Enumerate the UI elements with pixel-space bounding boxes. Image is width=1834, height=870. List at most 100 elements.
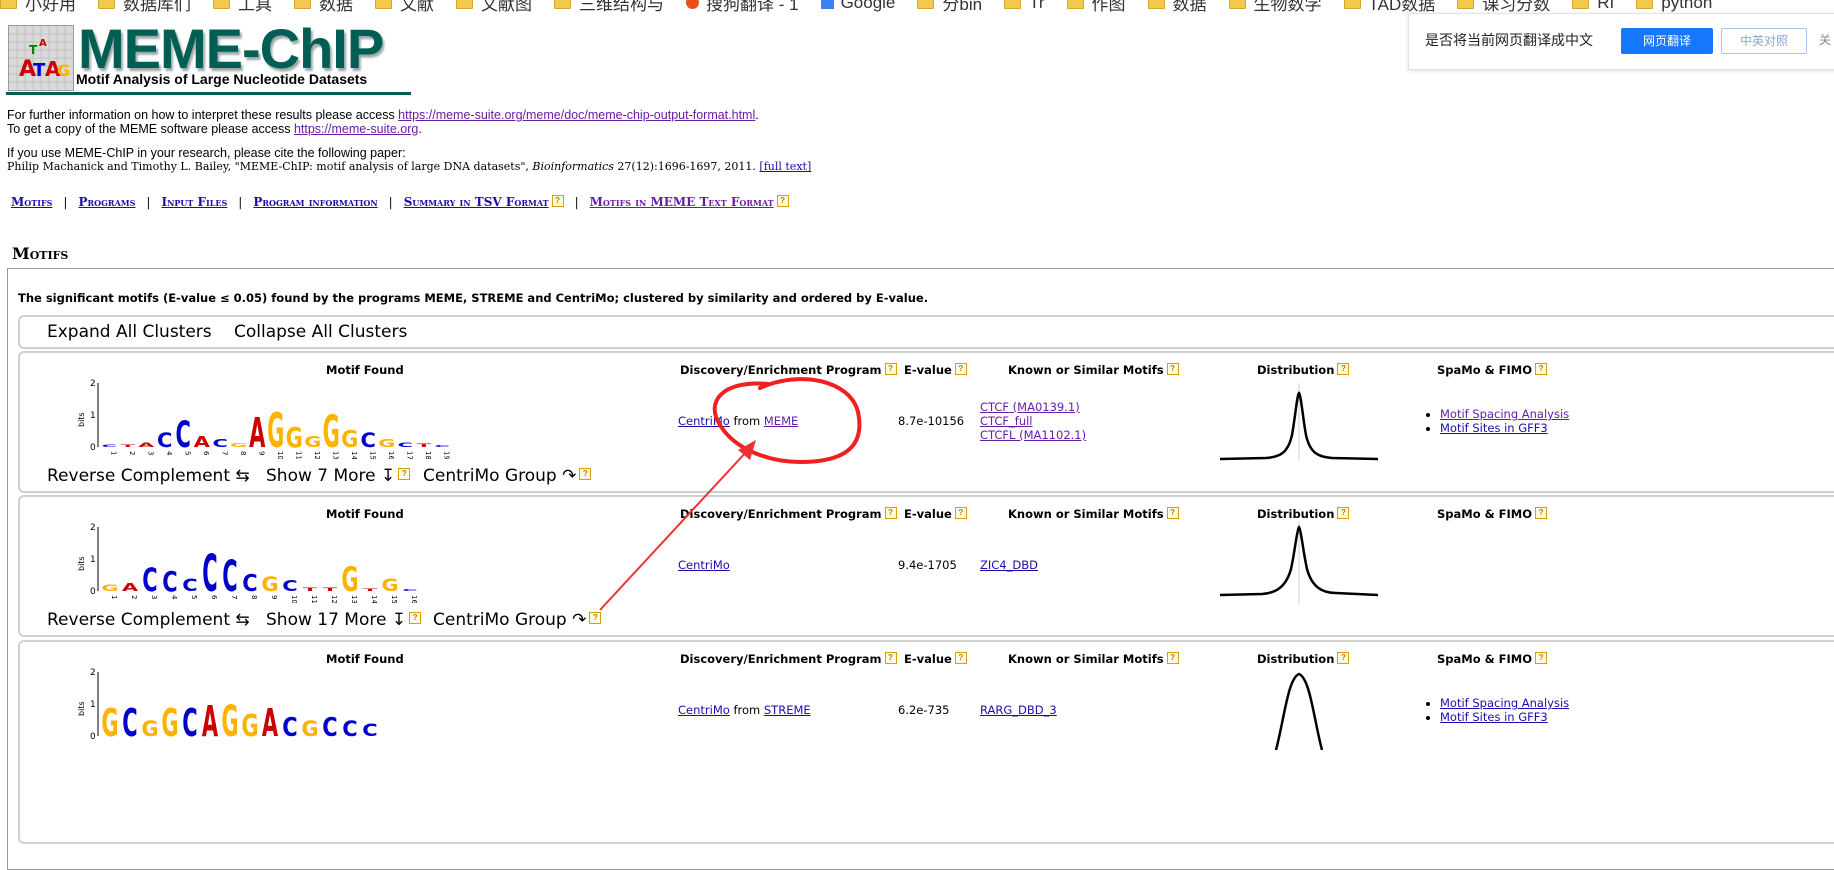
help-icon[interactable]: ? [551,195,564,207]
nav-meme-text-link[interactable]: Motifs in MEME Text Format [590,195,774,209]
help-icon[interactable]: ? [589,612,602,624]
bookmark-item[interactable]: Tr [1004,0,1045,12]
collapse-all-clusters-button[interactable]: Collapse All Clusters [234,322,407,342]
distribution-plot[interactable] [1216,521,1382,607]
show-more-button[interactable]: Show 7 More ↧? [266,466,411,486]
bookmark-item[interactable]: 文献 [375,0,434,12]
centrimo-link[interactable]: CentriMo [678,558,730,572]
full-text-link[interactable]: [full text] [759,160,811,173]
known-motif-link[interactable]: ZIC4_DBD [980,558,1038,572]
help-icon[interactable]: ? [884,507,897,519]
bookmark-item[interactable]: RI [1572,0,1614,12]
help-icon[interactable]: ? [954,507,967,519]
bookmark-item[interactable]: Google [820,0,895,12]
help-icon[interactable]: ? [1337,363,1350,375]
help-icon[interactable]: ? [409,612,422,624]
help-icon[interactable]: ? [1535,652,1548,664]
centrimo-group-button[interactable]: CentriMo Group ↷? [433,610,602,630]
motifs-description: The significant motifs (E-value ≤ 0.05) … [18,291,929,305]
meme-program-link[interactable]: MEME [764,414,798,428]
help-icon[interactable]: ? [1166,507,1179,519]
logo-letter: G [101,701,118,746]
bookmark-item[interactable]: 分bin [917,0,982,12]
distribution-plot[interactable] [1216,670,1382,750]
bookmark-item[interactable]: 文献图 [456,0,532,12]
known-motif-link[interactable]: CTCF (MA0139.1) [980,400,1080,414]
bilingual-button[interactable]: 中英对照 [1721,28,1807,54]
nav-motifs-link[interactable]: Motifs [11,195,52,209]
motif-spacing-analysis-link[interactable]: Motif Spacing Analysis [1440,696,1569,710]
translate-page-button[interactable]: 网页翻译 [1621,28,1713,54]
help-icon[interactable]: ? [1337,507,1350,519]
help-icon[interactable]: ? [776,195,789,207]
bookmark-item[interactable]: 数据 [294,0,353,12]
bookmark-item[interactable]: 生物数学 [1228,0,1322,12]
close-translate-button[interactable]: 关 [1819,31,1831,48]
help-icon[interactable]: ? [884,652,897,664]
bookmark-item[interactable]: 课习分数 [1457,0,1550,12]
logo-position-label: 3 [150,595,158,599]
program-cell: CentriMo [678,558,730,572]
bookmark-item[interactable]: 数据库们 [98,0,191,12]
known-motifs-cell: CTCF (MA0139.1) CTCF_full CTCFL (MA1102.… [980,400,1086,442]
motif-logo[interactable]: 210bits G C G G C A G G A C G C C C [60,668,460,748]
centrimo-link[interactable]: CentriMo [678,703,730,717]
spamo-links: Motif Spacing Analysis Motif Sites in GF… [1426,696,1569,724]
nav-summary-tsv-link[interactable]: Summary in TSV Format [404,195,549,209]
help-icon[interactable]: ? [954,652,967,664]
motif-spacing-analysis-link[interactable]: Motif Spacing Analysis [1440,407,1569,421]
logo-position-label: 11 [310,595,318,603]
help-icon[interactable]: ? [398,468,411,480]
bookmark-item[interactable]: 三维结构与 [554,0,664,12]
logo-position-label: 10 [290,595,298,603]
reverse-complement-button[interactable]: Reverse Complement ⇆ [47,610,250,630]
help-icon[interactable]: ? [1535,363,1548,375]
logo-letter: G [241,709,258,744]
folder-icon [1147,0,1165,9]
motif-sites-gff3-link[interactable]: Motif Sites in GFF3 [1440,710,1548,724]
bookmark-item[interactable]: 作图 [1066,0,1126,12]
motif-logo[interactable]: 210bitsC T A C C A C G A G G G G G C G C T C1 2 3 4 5 6 7 8 9 10 11 1… [60,379,460,459]
bookmark-item[interactable]: python [1636,0,1712,12]
bookmark-item[interactable]: 数据 [1147,0,1207,12]
show-more-button[interactable]: Show 17 More ↧? [266,610,422,630]
output-format-doc-link[interactable]: https://meme-suite.org/meme/doc/meme-chi… [398,108,755,122]
folder-icon [1572,0,1590,9]
help-icon[interactable]: ? [884,363,897,375]
help-icon[interactable]: ? [1337,652,1350,664]
col-motif-found: Motif Found [326,652,404,666]
bookmark-item[interactable]: TAD数据 [1343,0,1435,12]
help-icon[interactable]: ? [579,468,592,480]
help-icon[interactable]: ? [954,363,967,375]
meme-suite-link[interactable]: https://meme-suite.org [294,122,418,136]
logo-position-label: 10 [276,451,284,459]
bookmark-label: 数据库们 [123,0,191,12]
list-item: Motif Sites in GFF3 [1440,710,1569,724]
logo-letter: G [304,434,321,451]
logo-position-label: 4 [165,451,173,456]
bookmark-item[interactable]: 搜狗翻译 - 1 [686,0,799,12]
logo-position-label: 5 [183,451,191,455]
help-icon[interactable]: ? [1166,363,1179,375]
known-motif-link[interactable]: RARG_DBD_3 [980,703,1057,717]
nav-program-information-link[interactable]: Program information [253,195,377,209]
nav-input-files-link[interactable]: Input Files [161,195,227,209]
known-motif-link[interactable]: CTCFL (MA1102.1) [980,428,1086,442]
nav-programs-link[interactable]: Programs [78,195,135,209]
reverse-complement-button[interactable]: Reverse Complement ⇆ [47,466,250,486]
motif-sites-gff3-link[interactable]: Motif Sites in GFF3 [1440,421,1548,435]
centrimo-link[interactable]: CentriMo [678,414,730,428]
expand-all-clusters-button[interactable]: Expand All Clusters [47,322,212,342]
known-motif-link[interactable]: CTCF_full [980,414,1033,428]
help-icon[interactable]: ? [1166,652,1179,664]
bookmark-item[interactable]: 小好用 [0,0,76,12]
bookmark-item[interactable]: 工具 [213,0,272,12]
streme-program-link[interactable]: STREME [764,703,811,717]
motif-logo[interactable]: 210bitsG A C C C C C C G C T T G T G C1 2 3 4 5 6 7 8 9 10 11 12 13… [60,523,460,603]
logo-letter: C [402,589,417,592]
logo-letter: C [142,563,157,600]
centrimo-group-button[interactable]: CentriMo Group ↷? [423,466,592,486]
col-motif-found: Motif Found [326,363,404,377]
help-icon[interactable]: ? [1535,507,1548,519]
distribution-plot[interactable] [1216,383,1382,463]
